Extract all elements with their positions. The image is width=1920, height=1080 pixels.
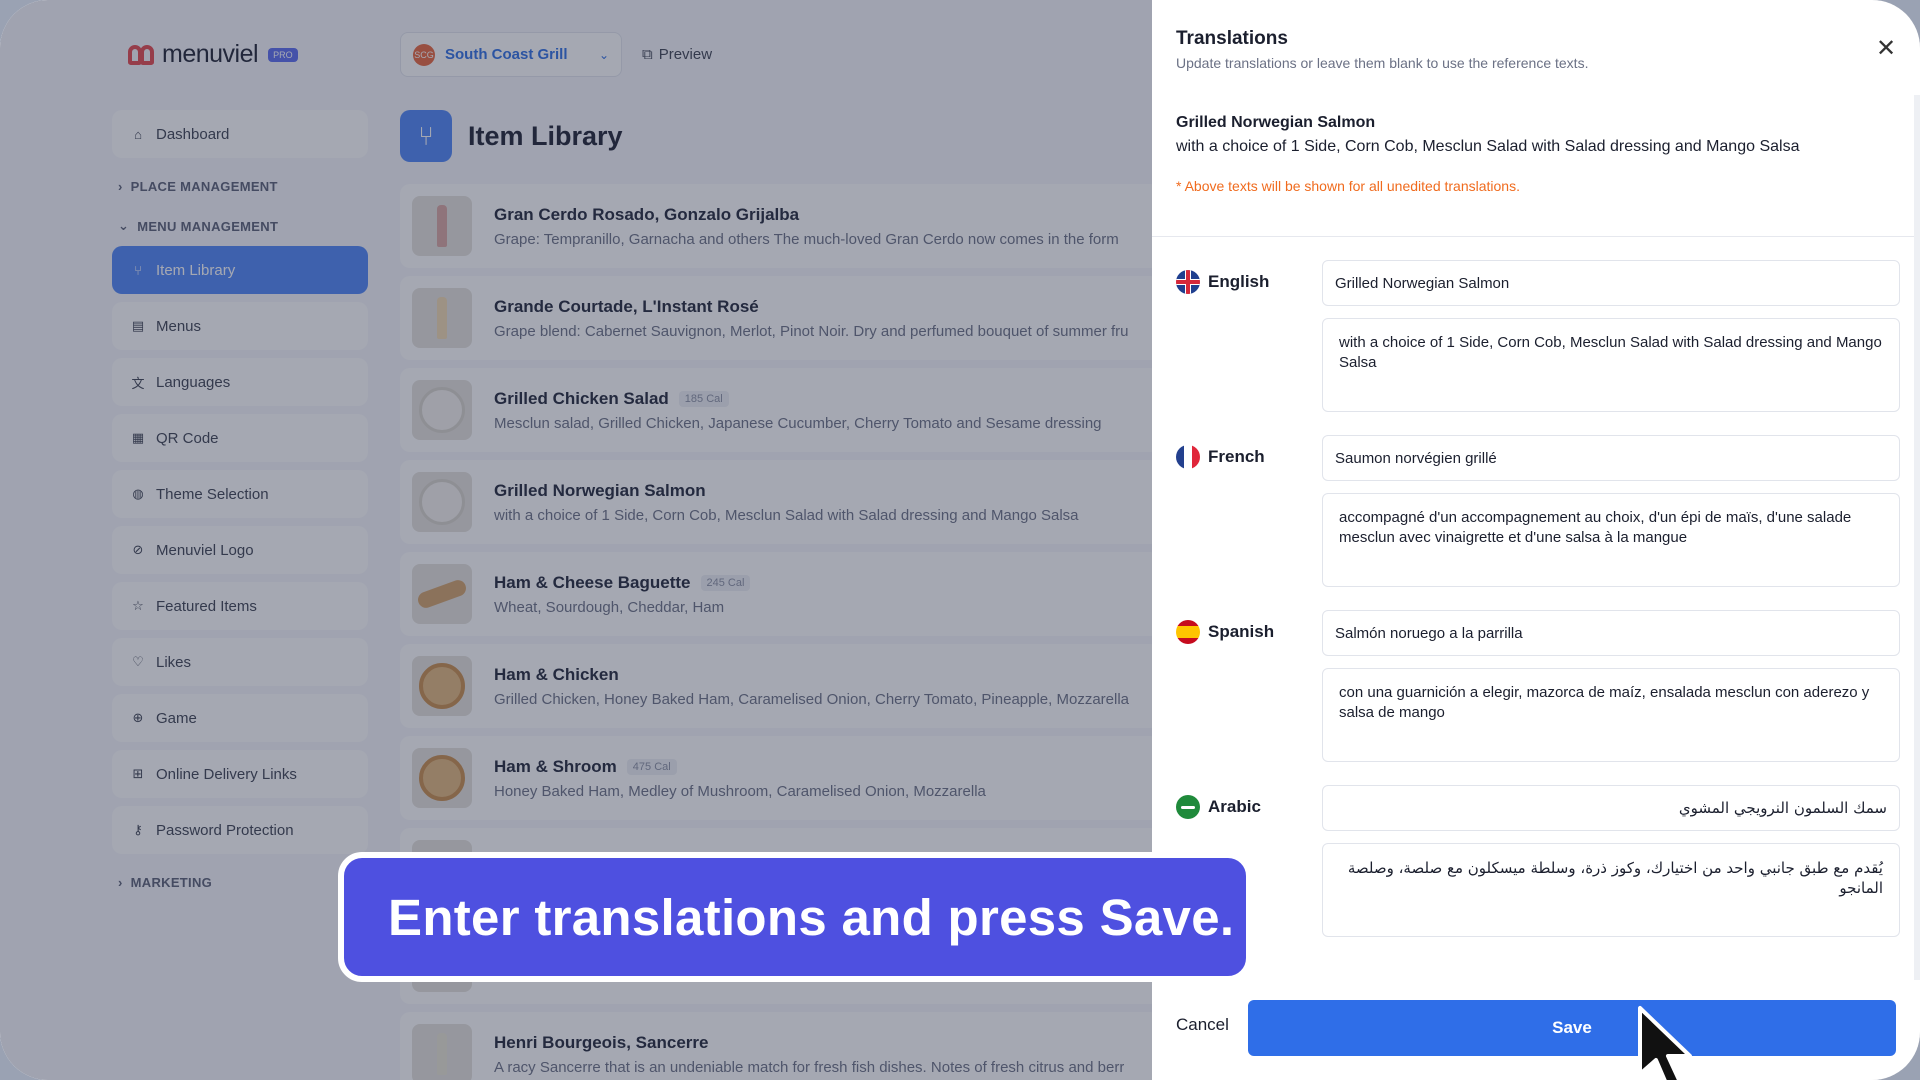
language-label-arabic: Arabic <box>1176 795 1261 819</box>
spain-flag-icon <box>1176 620 1200 644</box>
language-name: Arabic <box>1208 797 1261 816</box>
divider <box>1152 236 1920 237</box>
arabic-description-textarea[interactable]: يُقدم مع طبق جانبي واحد من اختيارك، وكوز… <box>1322 843 1900 937</box>
english-description-textarea[interactable]: with a choice of 1 Side, Corn Cob, Mescl… <box>1322 318 1900 412</box>
spanish-description-textarea[interactable]: con una guarnición a elegir, mazorca de … <box>1322 668 1900 762</box>
app-frame: menuviel PRO SCG South Coast Grill ⌄ ⧉ P… <box>0 0 1920 1080</box>
spanish-name-input[interactable]: Salmón noruego a la parrilla <box>1322 610 1900 656</box>
language-name: French <box>1208 447 1265 466</box>
language-label-french: French <box>1176 445 1265 469</box>
translations-drawer: Translations Update translations or leav… <box>1152 0 1920 1080</box>
cancel-button[interactable]: Cancel <box>1176 1015 1229 1035</box>
reference-note: * Above texts will be shown for all uned… <box>1176 178 1520 194</box>
cursor-pointer-icon <box>1638 1006 1692 1080</box>
reference-name: Grilled Norwegian Salmon <box>1176 114 1376 131</box>
language-label-english: English <box>1176 270 1269 294</box>
drawer-title: Translations <box>1176 28 1288 49</box>
language-name: English <box>1208 272 1270 291</box>
scrollbar[interactable] <box>1914 95 1920 980</box>
saudi-flag-icon <box>1176 795 1200 819</box>
french-description-textarea[interactable]: accompagné d'un accompagnement au choix,… <box>1322 493 1900 587</box>
drawer-subtitle: Update translations or leave them blank … <box>1176 55 1589 71</box>
save-button[interactable]: Save <box>1248 1000 1896 1056</box>
instruction-banner: Enter translations and press Save. <box>338 852 1252 982</box>
reference-description: with a choice of 1 Side, Corn Cob, Mescl… <box>1176 138 1800 155</box>
arabic-name-input[interactable]: سمك السلمون النرويجي المشوي <box>1322 785 1900 831</box>
french-name-input[interactable]: Saumon norvégien grillé <box>1322 435 1900 481</box>
close-icon[interactable]: ✕ <box>1872 34 1900 62</box>
english-name-input[interactable]: Grilled Norwegian Salmon <box>1322 260 1900 306</box>
language-name: Spanish <box>1208 622 1275 641</box>
uk-flag-icon <box>1176 270 1200 294</box>
france-flag-icon <box>1176 445 1200 469</box>
language-label-spanish: Spanish <box>1176 620 1274 644</box>
instruction-text: Enter translations and press Save. <box>388 888 1235 946</box>
